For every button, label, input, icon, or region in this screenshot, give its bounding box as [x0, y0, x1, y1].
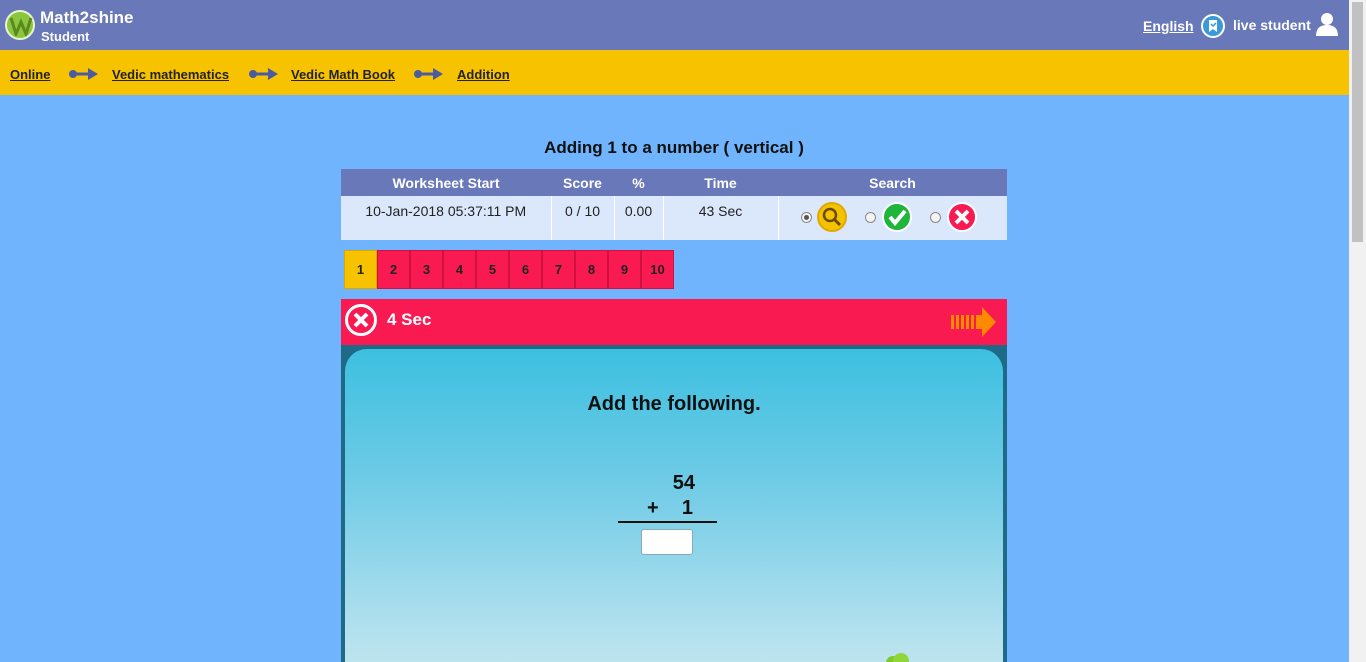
- column-header-time: Time: [663, 169, 778, 196]
- question-tab-6[interactable]: 6: [509, 250, 542, 289]
- percent-cell: 0.00: [614, 196, 664, 240]
- tree-icon: [886, 653, 909, 662]
- top-number: 54: [672, 472, 695, 494]
- cross-icon[interactable]: [946, 202, 977, 232]
- question-tabs: 1 2 3 4 5 6 7 8 9 10: [344, 250, 674, 289]
- filter-wrong-radio[interactable]: [930, 211, 942, 223]
- table-header-row: Worksheet Start Score % Time Search: [341, 169, 1007, 196]
- question-tab-10[interactable]: 10: [641, 250, 674, 289]
- question-tab-8[interactable]: 8: [575, 250, 608, 289]
- column-header-search: Search: [778, 169, 1007, 196]
- question-timer: 4 Sec: [387, 310, 432, 329]
- question-tab-9[interactable]: 9: [608, 250, 641, 289]
- breadcrumb-arrow-icon: [414, 68, 443, 80]
- filter-all-radio[interactable]: [800, 211, 812, 223]
- bottom-number: 1: [681, 497, 693, 519]
- table-row: 10-Jan-2018 05:37:11 PM 0 / 10 0.00 43 S…: [341, 196, 1007, 240]
- breadcrumb: Online Vedic mathematics Vedic Math Book…: [0, 50, 1349, 95]
- language-link[interactable]: English: [1143, 18, 1194, 34]
- brand-name[interactable]: Math2shine: [40, 8, 134, 28]
- question-tab-7[interactable]: 7: [542, 250, 575, 289]
- breadcrumb-vedic-mathematics[interactable]: Vedic mathematics: [112, 67, 229, 82]
- breadcrumb-online[interactable]: Online: [10, 67, 50, 82]
- top-header: Math2shine Student English live student: [0, 0, 1349, 50]
- user-name[interactable]: live student: [1233, 17, 1311, 33]
- answer-input[interactable]: [641, 529, 693, 555]
- filter-correct-radio[interactable]: [865, 211, 877, 223]
- worksheet-stats-table: Worksheet Start Score % Time Search 10-J…: [341, 169, 1007, 240]
- time-cell: 43 Sec: [663, 196, 779, 240]
- breadcrumb-arrow-icon: [69, 68, 98, 80]
- breadcrumb-addition[interactable]: Addition: [457, 67, 510, 82]
- worksheet-title: Adding 1 to a number ( vertical ): [544, 138, 804, 157]
- worksheet-start-cell: 10-Jan-2018 05:37:11 PM: [341, 196, 552, 240]
- language-icon[interactable]: [1201, 14, 1225, 38]
- column-header-worksheet-start: Worksheet Start: [341, 169, 551, 196]
- question-panel: Add the following. 54 + 1: [345, 349, 1003, 662]
- check-icon[interactable]: [882, 202, 913, 232]
- breadcrumb-vedic-math-book[interactable]: Vedic Math Book: [291, 67, 395, 82]
- column-header-score: Score: [551, 169, 614, 196]
- question-panel-frame: Add the following. 54 + 1: [341, 345, 1007, 662]
- close-icon[interactable]: [345, 304, 377, 336]
- math2shine-logo-icon[interactable]: [5, 10, 35, 40]
- question-header: 4 Sec: [341, 299, 1007, 345]
- question-tab-5[interactable]: 5: [476, 250, 509, 289]
- score-cell: 0 / 10: [551, 196, 615, 240]
- question-tab-4[interactable]: 4: [443, 250, 476, 289]
- page-scrollbar[interactable]: [1349, 0, 1366, 662]
- user-icon[interactable]: [1316, 12, 1338, 41]
- next-arrow-icon[interactable]: [951, 307, 997, 337]
- column-header-percent: %: [614, 169, 663, 196]
- question-tab-3[interactable]: 3: [410, 250, 443, 289]
- search-filter-cell: [778, 196, 1007, 240]
- scrollbar-thumb[interactable]: [1352, 2, 1363, 242]
- sum-line: [618, 521, 717, 523]
- question-instruction: Add the following.: [587, 393, 761, 415]
- user-role: Student: [41, 29, 90, 44]
- breadcrumb-arrow-icon: [249, 68, 278, 80]
- question-tab-1[interactable]: 1: [344, 250, 377, 289]
- magnifier-icon[interactable]: [817, 202, 848, 232]
- question-tab-2[interactable]: 2: [377, 250, 410, 289]
